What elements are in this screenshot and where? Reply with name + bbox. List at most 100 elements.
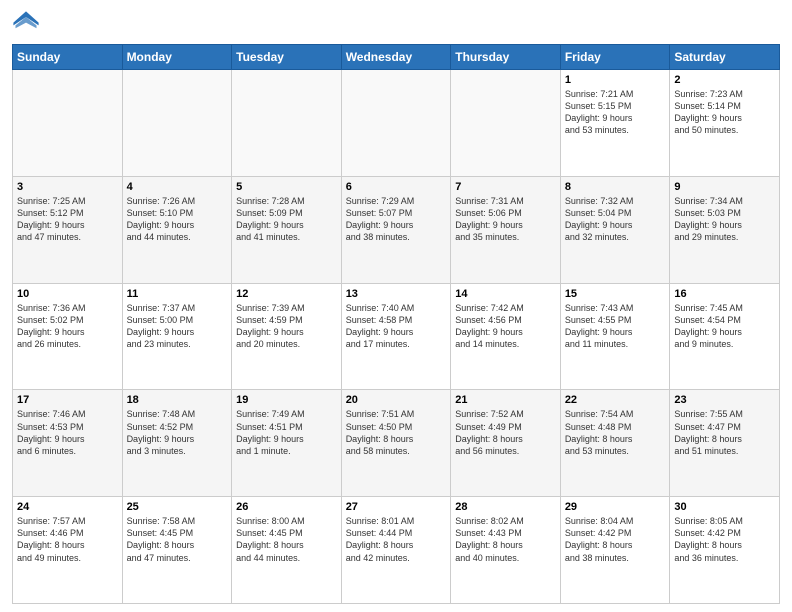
day-number: 26	[236, 501, 337, 513]
day-info: Sunrise: 7:21 AM Sunset: 5:15 PM Dayligh…	[565, 88, 666, 137]
day-number: 12	[236, 288, 337, 300]
day-info: Sunrise: 8:04 AM Sunset: 4:42 PM Dayligh…	[565, 515, 666, 564]
day-info: Sunrise: 7:40 AM Sunset: 4:58 PM Dayligh…	[346, 302, 447, 351]
day-number: 16	[674, 288, 775, 300]
calendar-cell: 22Sunrise: 7:54 AM Sunset: 4:48 PM Dayli…	[560, 390, 670, 497]
day-info: Sunrise: 7:42 AM Sunset: 4:56 PM Dayligh…	[455, 302, 556, 351]
day-info: Sunrise: 7:57 AM Sunset: 4:46 PM Dayligh…	[17, 515, 118, 564]
calendar-cell: 19 Sunrise: 7:49 AM Sunset: 4:51 PM Dayli…	[232, 390, 342, 497]
day-number: 15	[565, 288, 666, 300]
day-number: 23	[674, 394, 775, 406]
day-info: Sunrise: 7:34 AM Sunset: 5:03 PM Dayligh…	[674, 195, 775, 244]
calendar-table: SundayMondayTuesdayWednesdayThursdayFrid…	[12, 44, 780, 604]
calendar-week-4: 17 Sunrise: 7:46 AM Sunset: 4:53 PM Dayli…	[13, 390, 780, 497]
calendar-cell: 17 Sunrise: 7:46 AM Sunset: 4:53 PM Dayli…	[13, 390, 123, 497]
calendar-cell: 7Sunrise: 7:31 AM Sunset: 5:06 PM Daylig…	[451, 176, 561, 283]
day-info: Sunrise: 7:46 AM Sunset: 4:53 PM Dayligh…	[17, 408, 118, 457]
day-info: Sunrise: 8:01 AM Sunset: 4:44 PM Dayligh…	[346, 515, 447, 564]
day-number: 17	[17, 394, 118, 406]
calendar-cell: 23 Sunrise: 7:55 AM Sunset: 4:47 PM Dayli…	[670, 390, 780, 497]
day-info: Sunrise: 7:37 AM Sunset: 5:00 PM Dayligh…	[127, 302, 228, 351]
day-info: Sunrise: 7:28 AM Sunset: 5:09 PM Dayligh…	[236, 195, 337, 244]
calendar-cell	[232, 70, 342, 177]
day-number: 6	[346, 181, 447, 193]
day-number: 8	[565, 181, 666, 193]
day-number: 10	[17, 288, 118, 300]
calendar-cell: 8 Sunrise: 7:32 AM Sunset: 5:04 PM Daylig…	[560, 176, 670, 283]
calendar-cell: 1 Sunrise: 7:21 AM Sunset: 5:15 PM Daylig…	[560, 70, 670, 177]
calendar-header-sunday: Sunday	[13, 45, 123, 70]
day-number: 5	[236, 181, 337, 193]
calendar-cell: 6Sunrise: 7:29 AM Sunset: 5:07 PM Daylig…	[341, 176, 451, 283]
day-info: Sunrise: 7:45 AM Sunset: 4:54 PM Dayligh…	[674, 302, 775, 351]
day-info: Sunrise: 8:00 AM Sunset: 4:45 PM Dayligh…	[236, 515, 337, 564]
day-number: 21	[455, 394, 556, 406]
calendar-header-thursday: Thursday	[451, 45, 561, 70]
calendar-cell	[13, 70, 123, 177]
calendar-header-wednesday: Wednesday	[341, 45, 451, 70]
day-info: Sunrise: 7:43 AM Sunset: 4:55 PM Dayligh…	[565, 302, 666, 351]
calendar-cell	[451, 70, 561, 177]
day-info: Sunrise: 7:55 AM Sunset: 4:47 PM Dayligh…	[674, 408, 775, 457]
day-number: 20	[346, 394, 447, 406]
calendar-cell: 28 Sunrise: 8:02 AM Sunset: 4:43 PM Dayli…	[451, 497, 561, 604]
calendar-cell: 12 Sunrise: 7:39 AM Sunset: 4:59 PM Dayli…	[232, 283, 342, 390]
day-number: 13	[346, 288, 447, 300]
day-number: 24	[17, 501, 118, 513]
calendar-cell: 25 Sunrise: 7:58 AM Sunset: 4:45 PM Dayli…	[122, 497, 232, 604]
calendar-cell: 18 Sunrise: 7:48 AM Sunset: 4:52 PM Dayli…	[122, 390, 232, 497]
calendar-week-3: 10Sunrise: 7:36 AM Sunset: 5:02 PM Dayli…	[13, 283, 780, 390]
calendar-cell: 2 Sunrise: 7:23 AM Sunset: 5:14 PM Daylig…	[670, 70, 780, 177]
page: SundayMondayTuesdayWednesdayThursdayFrid…	[0, 0, 792, 612]
calendar-cell: 30 Sunrise: 8:05 AM Sunset: 4:42 PM Dayli…	[670, 497, 780, 604]
day-number: 27	[346, 501, 447, 513]
day-info: Sunrise: 7:52 AM Sunset: 4:49 PM Dayligh…	[455, 408, 556, 457]
calendar-cell: 9 Sunrise: 7:34 AM Sunset: 5:03 PM Daylig…	[670, 176, 780, 283]
day-number: 1	[565, 74, 666, 86]
day-info: Sunrise: 8:02 AM Sunset: 4:43 PM Dayligh…	[455, 515, 556, 564]
header	[12, 10, 780, 38]
day-number: 7	[455, 181, 556, 193]
day-number: 28	[455, 501, 556, 513]
calendar-cell: 3Sunrise: 7:25 AM Sunset: 5:12 PM Daylig…	[13, 176, 123, 283]
day-info: Sunrise: 7:39 AM Sunset: 4:59 PM Dayligh…	[236, 302, 337, 351]
day-number: 2	[674, 74, 775, 86]
day-info: Sunrise: 7:58 AM Sunset: 4:45 PM Dayligh…	[127, 515, 228, 564]
day-info: Sunrise: 7:48 AM Sunset: 4:52 PM Dayligh…	[127, 408, 228, 457]
calendar-cell: 15 Sunrise: 7:43 AM Sunset: 4:55 PM Dayli…	[560, 283, 670, 390]
calendar-cell: 5 Sunrise: 7:28 AM Sunset: 5:09 PM Daylig…	[232, 176, 342, 283]
day-info: Sunrise: 7:49 AM Sunset: 4:51 PM Dayligh…	[236, 408, 337, 457]
calendar-cell: 24 Sunrise: 7:57 AM Sunset: 4:46 PM Dayli…	[13, 497, 123, 604]
calendar-cell: 21 Sunrise: 7:52 AM Sunset: 4:49 PM Dayli…	[451, 390, 561, 497]
day-info: Sunrise: 7:51 AM Sunset: 4:50 PM Dayligh…	[346, 408, 447, 457]
logo-icon	[12, 10, 40, 38]
day-number: 11	[127, 288, 228, 300]
day-info: Sunrise: 7:25 AM Sunset: 5:12 PM Dayligh…	[17, 195, 118, 244]
calendar-cell: 20 Sunrise: 7:51 AM Sunset: 4:50 PM Dayli…	[341, 390, 451, 497]
day-number: 4	[127, 181, 228, 193]
day-info: Sunrise: 7:32 AM Sunset: 5:04 PM Dayligh…	[565, 195, 666, 244]
day-info: Sunrise: 8:05 AM Sunset: 4:42 PM Dayligh…	[674, 515, 775, 564]
day-info: Sunrise: 7:23 AM Sunset: 5:14 PM Dayligh…	[674, 88, 775, 137]
calendar-cell: 16 Sunrise: 7:45 AM Sunset: 4:54 PM Dayli…	[670, 283, 780, 390]
day-number: 19	[236, 394, 337, 406]
calendar-week-5: 24 Sunrise: 7:57 AM Sunset: 4:46 PM Dayli…	[13, 497, 780, 604]
calendar-cell: 27 Sunrise: 8:01 AM Sunset: 4:44 PM Dayli…	[341, 497, 451, 604]
calendar-header-tuesday: Tuesday	[232, 45, 342, 70]
calendar-header-friday: Friday	[560, 45, 670, 70]
day-number: 25	[127, 501, 228, 513]
day-number: 30	[674, 501, 775, 513]
calendar-cell	[122, 70, 232, 177]
calendar-cell: 26 Sunrise: 8:00 AM Sunset: 4:45 PM Dayli…	[232, 497, 342, 604]
calendar-week-2: 3Sunrise: 7:25 AM Sunset: 5:12 PM Daylig…	[13, 176, 780, 283]
calendar-cell: 13 Sunrise: 7:40 AM Sunset: 4:58 PM Dayli…	[341, 283, 451, 390]
calendar-header-saturday: Saturday	[670, 45, 780, 70]
day-number: 18	[127, 394, 228, 406]
logo	[12, 10, 44, 38]
calendar-cell: 29Sunrise: 8:04 AM Sunset: 4:42 PM Dayli…	[560, 497, 670, 604]
calendar-week-1: 1 Sunrise: 7:21 AM Sunset: 5:15 PM Daylig…	[13, 70, 780, 177]
calendar-header-row: SundayMondayTuesdayWednesdayThursdayFrid…	[13, 45, 780, 70]
calendar-header-monday: Monday	[122, 45, 232, 70]
day-number: 9	[674, 181, 775, 193]
calendar-cell	[341, 70, 451, 177]
